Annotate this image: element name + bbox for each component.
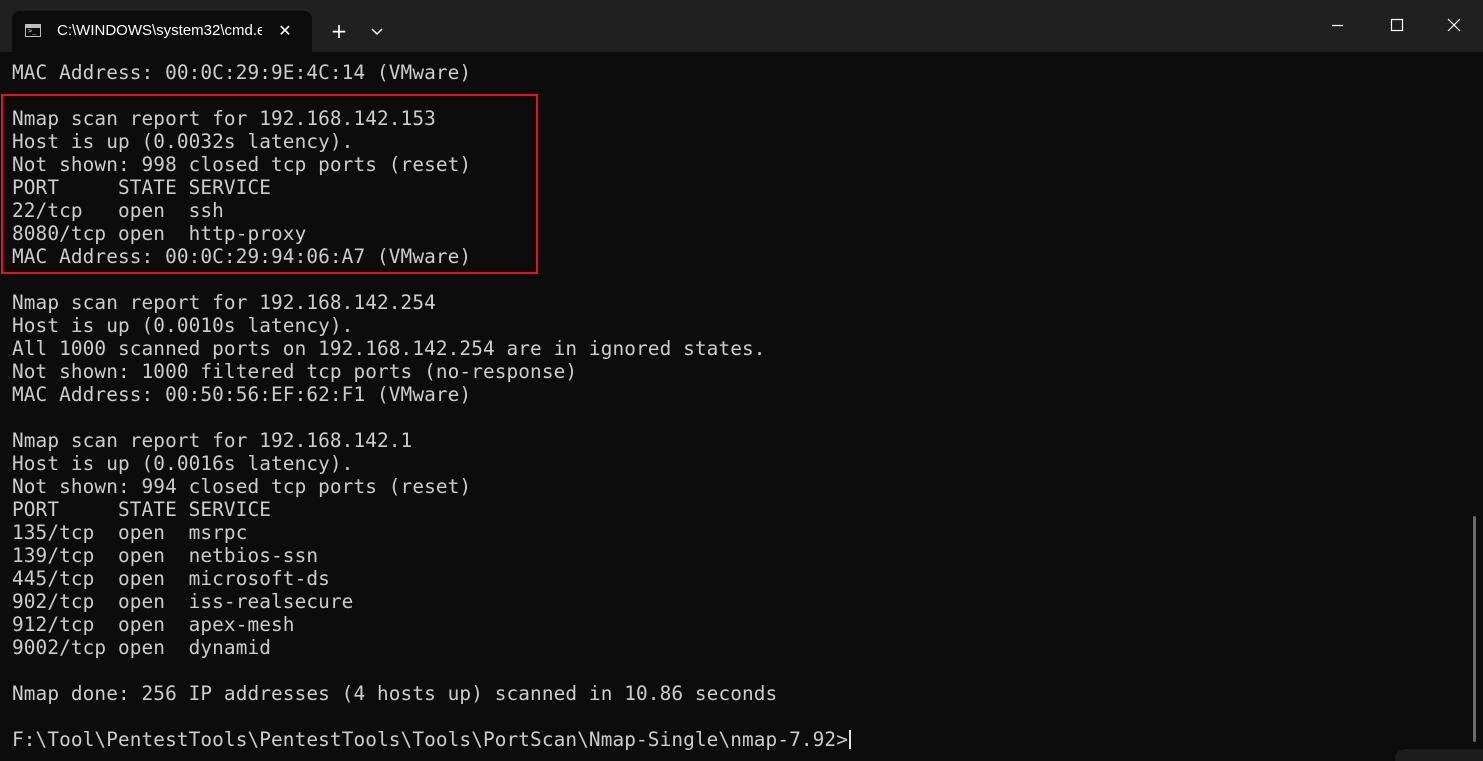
terminal-line: Nmap scan report for 192.168.142.1: [12, 429, 413, 452]
chevron-down-icon[interactable]: [365, 18, 389, 44]
terminal-line: Host is up (0.0032s latency).: [12, 130, 354, 153]
terminal-icon: [25, 24, 41, 37]
tab-cmd[interactable]: C:\WINDOWS\system32\cmd.exe ✕: [12, 11, 312, 52]
terminal-line: PORT STATE SERVICE: [12, 176, 272, 199]
terminal-line: All 1000 scanned ports on 192.168.142.25…: [12, 337, 766, 360]
scrollbar-thumb[interactable]: [1473, 516, 1476, 742]
terminal-line: 22/tcp open ssh: [12, 199, 224, 222]
text-cursor: [848, 730, 851, 749]
terminal-line: 139/tcp open netbios-ssn: [12, 544, 319, 567]
minimize-icon: [1332, 24, 1343, 27]
terminal-line: Nmap scan report for 192.168.142.153: [12, 107, 436, 130]
terminal-line: 902/tcp open iss-realsecure: [12, 590, 354, 613]
terminal-line: Host is up (0.0016s latency).: [12, 452, 354, 475]
terminal-line: 135/tcp open msrpc: [12, 521, 248, 544]
terminal-output[interactable]: MAC Address: 00:0C:29:9E:4C:14 (VMware) …: [12, 61, 1462, 761]
close-window-button[interactable]: [1431, 9, 1477, 43]
command-prompt: F:\Tool\PentestTools\PentestTools\Tools\…: [12, 728, 848, 751]
new-tab-button[interactable]: +: [326, 18, 352, 44]
tab-title: C:\WINDOWS\system32\cmd.exe: [57, 22, 262, 39]
maximize-button[interactable]: [1373, 9, 1419, 43]
close-icon: [1447, 18, 1461, 32]
maximize-icon: [1390, 18, 1404, 32]
terminal-line: 8080/tcp open http-proxy: [12, 222, 307, 245]
corner-overlay: [1395, 749, 1483, 761]
terminal-line: Host is up (0.0010s latency).: [12, 314, 354, 337]
terminal-line: MAC Address: 00:0C:29:9E:4C:14 (VMware): [12, 61, 472, 84]
terminal-line: 445/tcp open microsoft-ds: [12, 567, 330, 590]
title-bar: C:\WINDOWS\system32\cmd.exe ✕ +: [0, 0, 1483, 52]
terminal-line: Not shown: 1000 filtered tcp ports (no-r…: [12, 360, 578, 383]
terminal-line: MAC Address: 00:50:56:EF:62:F1 (VMware): [12, 383, 472, 406]
terminal-line: MAC Address: 00:0C:29:94:06:A7 (VMware): [12, 245, 472, 268]
prompt-line[interactable]: F:\Tool\PentestTools\PentestTools\Tools\…: [12, 728, 1462, 751]
terminal-line: Nmap scan report for 192.168.142.254: [12, 291, 436, 314]
terminal-line: Nmap done: 256 IP addresses (4 hosts up)…: [12, 682, 778, 705]
terminal-line: Not shown: 998 closed tcp ports (reset): [12, 153, 472, 176]
close-tab-icon[interactable]: ✕: [274, 20, 296, 42]
terminal-line: 912/tcp open apex-mesh: [12, 613, 295, 636]
terminal-line: Not shown: 994 closed tcp ports (reset): [12, 475, 472, 498]
terminal-line: PORT STATE SERVICE: [12, 498, 272, 521]
terminal-line: 9002/tcp open dynamid: [12, 636, 272, 659]
minimize-button[interactable]: [1314, 9, 1360, 43]
